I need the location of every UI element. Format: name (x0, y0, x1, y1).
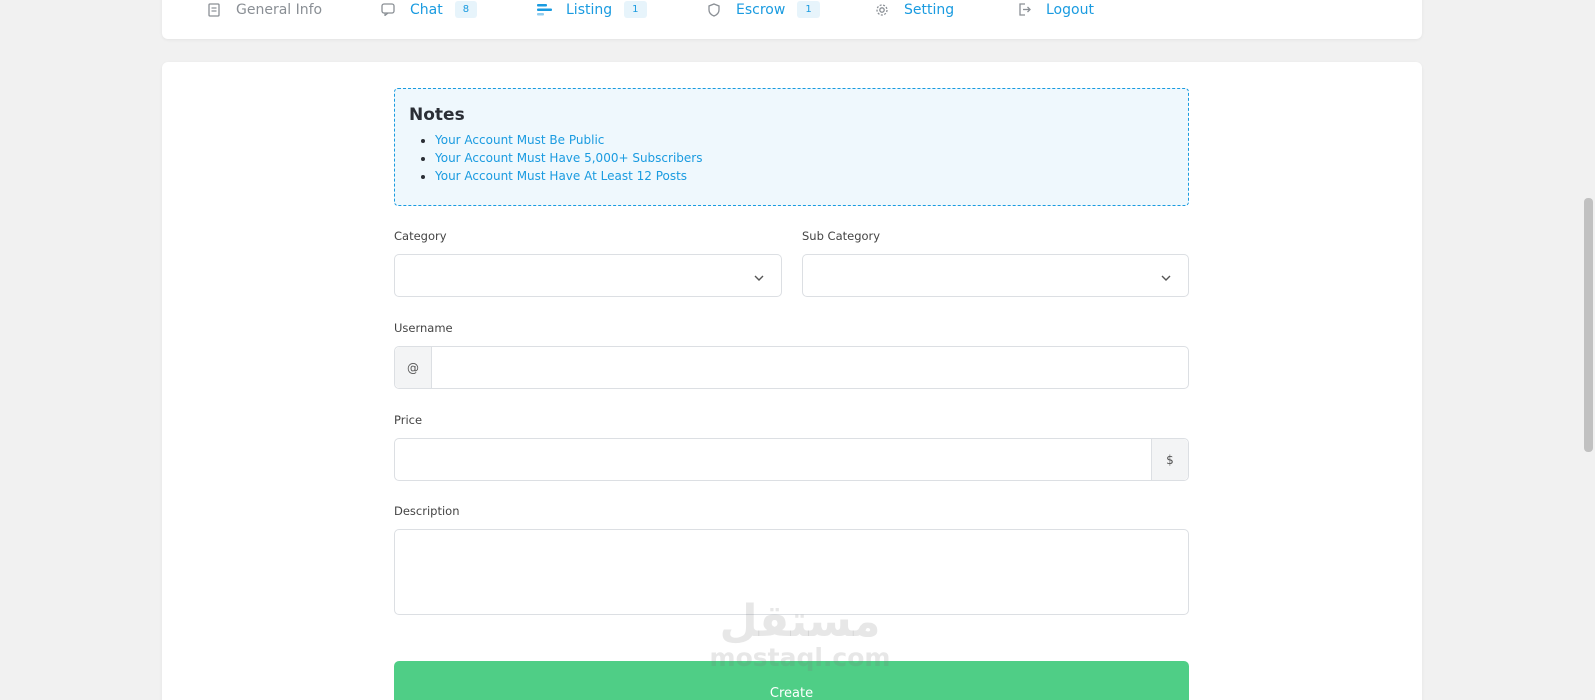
dollar-suffix: $ (1151, 439, 1188, 480)
shield-icon (706, 2, 722, 18)
nav-logout[interactable]: Logout (1016, 0, 1094, 19)
notes-item: Your Account Must Have 5,000+ Subscriber… (435, 149, 1174, 167)
notes-item: Your Account Must Be Public (435, 131, 1174, 149)
nav-listing[interactable]: Listing 1 (536, 0, 647, 19)
document-icon (206, 2, 222, 18)
logout-icon (1016, 2, 1032, 18)
price-input[interactable] (395, 439, 1150, 480)
at-prefix: @ (395, 347, 432, 388)
subcategory-select[interactable] (802, 254, 1189, 297)
escrow-count-badge: 1 (797, 1, 820, 18)
create-button-label: Create (769, 686, 814, 700)
notes-box: Notes Your Account Must Be Public Your A… (394, 88, 1189, 206)
notes-item: Your Account Must Have At Least 12 Posts (435, 167, 1174, 185)
nav-chat-label: Chat (410, 1, 443, 18)
chevron-down-icon (753, 269, 765, 281)
price-label: Price (394, 413, 423, 427)
nav-setting-label: Setting (904, 1, 955, 18)
price-input-group: $ (394, 438, 1189, 481)
description-textarea[interactable] (394, 529, 1189, 615)
nav-general-info-label: General Info (236, 1, 323, 18)
top-navigation: General Info Chat 8 Listing 1 Escrow 1 S… (162, 0, 1422, 39)
chevron-down-icon (1160, 269, 1172, 281)
create-button[interactable]: Create (394, 661, 1189, 700)
username-label: Username (394, 321, 453, 335)
chat-count-badge: 8 (454, 1, 478, 18)
notes-title: Notes (409, 105, 465, 125)
username-input[interactable] (433, 347, 1188, 388)
nav-escrow-label: Escrow (736, 1, 786, 18)
description-label: Description (394, 504, 460, 518)
page-scrollbar[interactable] (1582, 0, 1595, 700)
scrollbar-thumb[interactable] (1584, 198, 1593, 452)
chat-icon (380, 2, 396, 18)
notes-list: Your Account Must Be Public Your Account… (409, 131, 1174, 185)
nav-logout-label: Logout (1046, 1, 1094, 18)
category-label: Category (394, 229, 447, 243)
username-input-group: @ (394, 346, 1189, 389)
nav-general-info[interactable]: General Info (206, 0, 322, 19)
nav-listing-label: Listing (566, 1, 613, 18)
list-icon (536, 2, 552, 18)
category-select[interactable] (394, 254, 782, 297)
gear-icon (874, 2, 890, 18)
subcategory-label: Sub Category (802, 229, 881, 243)
nav-chat[interactable]: Chat 8 (380, 0, 478, 19)
listing-count-badge: 1 (624, 1, 647, 18)
nav-escrow[interactable]: Escrow 1 (706, 0, 820, 19)
nav-setting[interactable]: Setting (874, 0, 954, 19)
